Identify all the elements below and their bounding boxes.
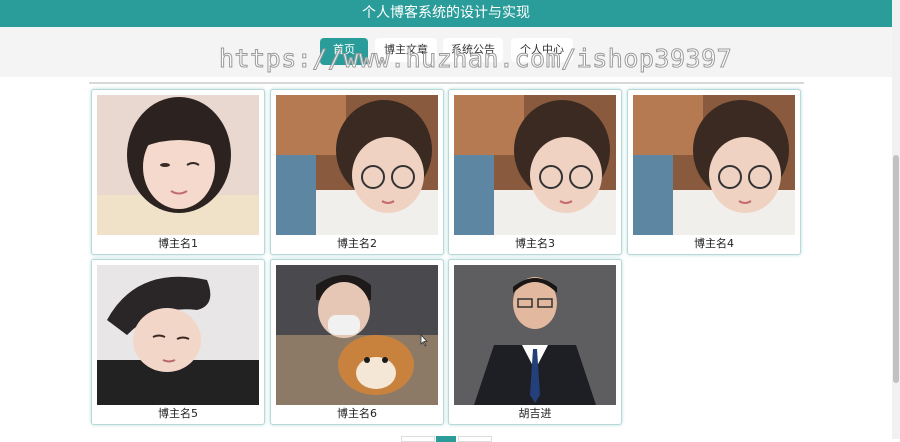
blogger-photo[interactable] [97,265,259,405]
blogger-photo[interactable] [97,95,259,235]
blogger-photo[interactable] [276,95,438,235]
blogger-card[interactable]: 博主名1 [91,89,265,255]
blogger-name[interactable]: 博主名5 [92,405,264,421]
blogger-photo[interactable] [633,95,795,235]
blogger-photo[interactable] [454,95,616,235]
app-header: 个人博客系统的设计与实现 [0,0,892,27]
pagination-current[interactable] [436,436,456,442]
pagination-prev[interactable] [401,436,435,442]
blogger-photo[interactable] [276,265,438,405]
scrollbar[interactable] [892,0,900,439]
blogger-card[interactable]: 博主名2 [270,89,444,255]
blogger-card[interactable]: 博主名5 [91,259,265,425]
blogger-name[interactable]: 胡吉进 [449,405,621,421]
divider [89,82,804,84]
navbar: 首页 博主文章 系统公告 个人中心 [0,27,892,77]
blogger-photo[interactable] [454,265,616,405]
nav-tab-announcements[interactable]: 系统公告 [443,38,503,62]
mouse-cursor-icon [420,334,428,347]
nav-tab-home[interactable]: 首页 [320,38,368,65]
blogger-name[interactable]: 博主名6 [271,405,443,421]
page-title: 个人博客系统的设计与实现 [362,5,530,21]
nav-tab-profile[interactable]: 个人中心 [511,38,573,62]
blogger-name[interactable]: 博主名2 [271,235,443,251]
blogger-name[interactable]: 博主名4 [628,235,800,251]
blogger-name[interactable]: 博主名1 [92,235,264,251]
nav-tab-articles[interactable]: 博主文章 [375,38,437,62]
blogger-card[interactable]: 博主名6 [270,259,444,425]
scrollbar-thumb[interactable] [893,155,899,383]
blogger-name[interactable]: 博主名3 [449,235,621,251]
blogger-card[interactable]: 博主名4 [627,89,801,255]
blogger-card[interactable]: 胡吉进 [448,259,622,425]
pagination-next[interactable] [458,436,492,442]
blogger-card[interactable]: 博主名3 [448,89,622,255]
